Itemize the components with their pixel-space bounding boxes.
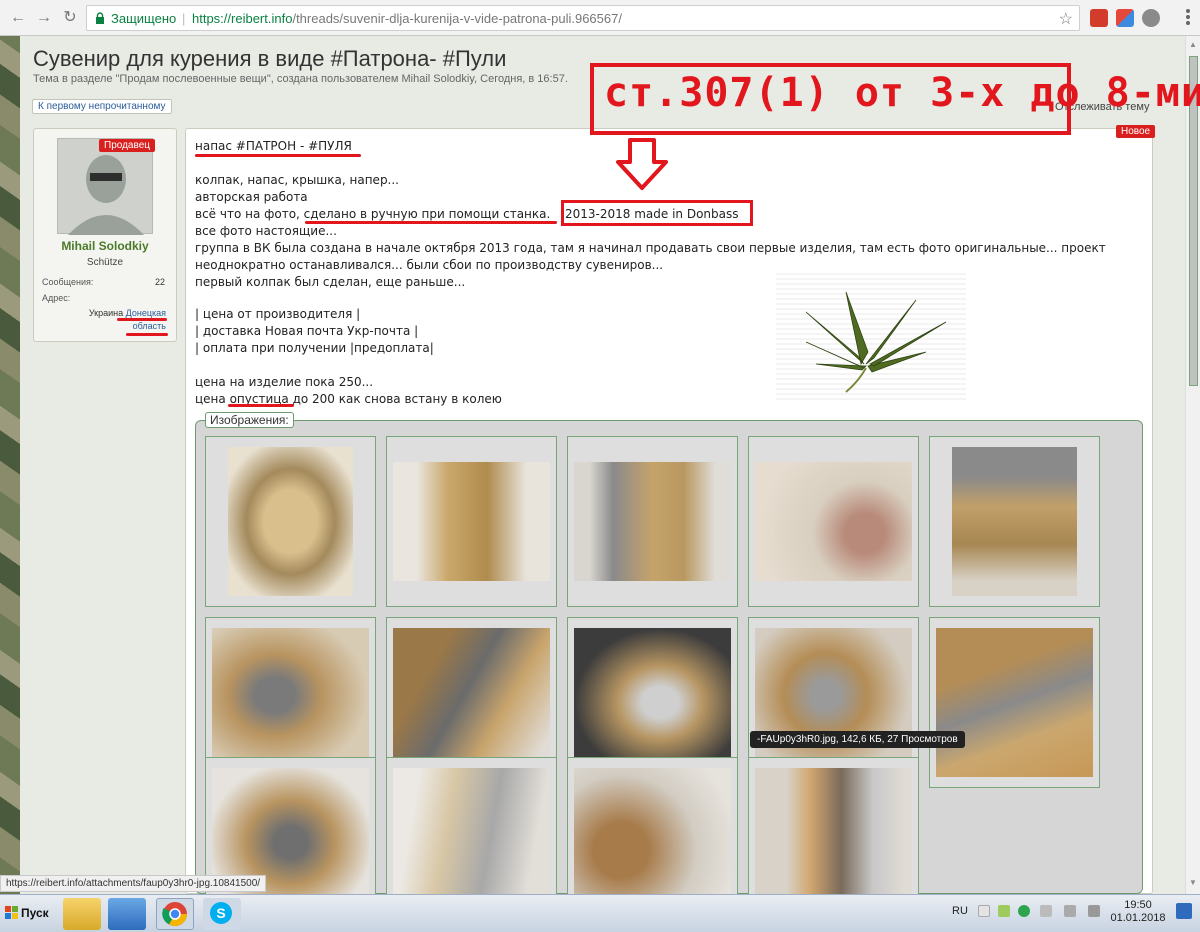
tray-icon[interactable] bbox=[998, 905, 1010, 917]
back-arrow-icon[interactable]: ← bbox=[8, 8, 28, 28]
reload-icon[interactable]: ↻ bbox=[60, 8, 80, 28]
underline-mark bbox=[228, 404, 294, 407]
windows-logo-icon bbox=[5, 906, 18, 919]
user-rank: Schütze bbox=[86, 257, 124, 268]
post-line: цена на изделие пока 250... bbox=[195, 375, 374, 389]
side-background-left bbox=[0, 36, 20, 894]
start-button[interactable]: Пуск bbox=[2, 898, 52, 928]
gallery-thumbnail[interactable] bbox=[567, 436, 738, 607]
system-clock[interactable]: 19:50 01.01.2018 bbox=[1110, 899, 1166, 925]
show-desktop-icon[interactable] bbox=[1176, 903, 1192, 919]
tray-icon[interactable] bbox=[1018, 905, 1030, 917]
image-tooltip: -FAUp0y3hR0.jpg, 142,6 КБ, 27 Просмотров bbox=[750, 731, 965, 748]
extension-icon[interactable] bbox=[1142, 9, 1160, 27]
gallery-thumbnail[interactable] bbox=[748, 436, 919, 607]
bookmark-star-icon[interactable]: ☆ bbox=[1059, 9, 1073, 29]
network-icon[interactable] bbox=[1064, 905, 1076, 917]
media-player-icon[interactable] bbox=[108, 898, 146, 930]
scroll-up-icon[interactable]: ▲ bbox=[1189, 40, 1197, 49]
username[interactable]: Mihail Solodkiy bbox=[33, 239, 177, 253]
skype-icon[interactable]: S bbox=[203, 898, 241, 930]
language-indicator[interactable]: RU bbox=[952, 905, 968, 917]
tray-icon[interactable] bbox=[978, 905, 990, 917]
highlight-box bbox=[561, 200, 753, 226]
chrome-menu-icon[interactable] bbox=[1186, 9, 1190, 27]
lock-icon bbox=[96, 12, 104, 24]
post-line: группа в ВК была создана в начале октябр… bbox=[195, 241, 1106, 255]
url-separator: | bbox=[182, 11, 186, 26]
address-bar[interactable]: Защищено | https://reibert.info/threads/… bbox=[86, 5, 1080, 31]
thread-title: Сувенир для курения в виде #Патрона- #Пу… bbox=[33, 46, 507, 71]
post-line: неоднократно останавливался... были сбои… bbox=[195, 258, 664, 272]
address-label: Адрес: bbox=[42, 293, 71, 303]
volume-icon[interactable] bbox=[1088, 905, 1100, 917]
annotation-text: ст.307(1) от 3-х до 8-ми bbox=[604, 70, 1200, 116]
svg-text:S: S bbox=[216, 905, 225, 921]
scroll-down-icon[interactable]: ▼ bbox=[1189, 878, 1197, 887]
messages-label: Сообщения: bbox=[42, 277, 94, 287]
thread-description: Тема в разделе "Продам послевоенные вещи… bbox=[33, 73, 568, 85]
leaf-image bbox=[776, 272, 966, 400]
underline-mark bbox=[305, 221, 557, 224]
flag-icon[interactable] bbox=[1040, 905, 1052, 917]
clock-time: 19:50 bbox=[1124, 899, 1152, 911]
post-line: | оплата при получении |предоплата| bbox=[195, 341, 434, 355]
messages-count[interactable]: 22 bbox=[155, 277, 165, 287]
forward-arrow-icon[interactable]: → bbox=[34, 8, 54, 28]
address-country: Украина bbox=[88, 308, 124, 318]
start-label: Пуск bbox=[21, 906, 49, 920]
first-unread-button[interactable]: К первому непрочитанному bbox=[32, 99, 172, 114]
gallery-thumbnail[interactable] bbox=[929, 617, 1100, 788]
post-line: напас #ПАТРОН - #ПУЛЯ bbox=[195, 139, 352, 153]
post-line: колпак, напас, крышка, напер... bbox=[195, 173, 399, 187]
gallery-thumbnail[interactable] bbox=[205, 436, 376, 607]
gallery-thumbnail[interactable] bbox=[386, 436, 557, 607]
chrome-logo-icon bbox=[162, 902, 187, 927]
explorer-icon[interactable] bbox=[63, 898, 101, 930]
arrow-down-icon bbox=[616, 138, 668, 190]
post-line: авторская работа bbox=[195, 190, 308, 204]
post-line: все фото настоящие... bbox=[195, 224, 337, 238]
extension-icon[interactable] bbox=[1116, 9, 1134, 27]
clock-date: 01.01.2018 bbox=[1110, 912, 1166, 924]
url-text[interactable]: https://reibert.info/threads/suvenir-dlj… bbox=[192, 11, 622, 26]
url-host: https://reibert.info bbox=[192, 11, 293, 26]
seller-badge: Продавец bbox=[99, 139, 155, 152]
post-line: первый колпак был сделан, еще раньше... bbox=[195, 275, 466, 289]
address-region-link-2[interactable]: область bbox=[133, 321, 166, 331]
underline-mark bbox=[195, 154, 361, 157]
avatar-silhouette-icon bbox=[68, 155, 144, 235]
address-region-link[interactable]: Донецкая bbox=[126, 308, 166, 318]
cannabis-leaf-icon bbox=[805, 291, 947, 393]
url-path: /threads/suvenir-dlja-kurenija-v-vide-pa… bbox=[292, 11, 622, 26]
avatar[interactable] bbox=[57, 138, 153, 235]
skype-logo-icon: S bbox=[210, 902, 232, 924]
underline-mark bbox=[117, 318, 167, 321]
extension-icon[interactable] bbox=[1090, 9, 1108, 27]
status-url: https://reibert.info/attachments/faup0y3… bbox=[0, 875, 267, 892]
secure-label: Защищено bbox=[111, 11, 177, 26]
post-line: | цена от производителя | bbox=[195, 307, 361, 321]
gallery-label: Изображения: bbox=[205, 412, 294, 428]
chrome-taskbar-icon[interactable] bbox=[156, 898, 194, 930]
underline-mark bbox=[126, 333, 168, 336]
page-scrollbar[interactable]: ▲ ▼ bbox=[1185, 36, 1200, 894]
post-line: | доставка Новая почта Укр-почта | bbox=[195, 324, 419, 338]
gallery-thumbnail[interactable] bbox=[929, 436, 1100, 607]
new-badge: Новое bbox=[1116, 125, 1156, 138]
